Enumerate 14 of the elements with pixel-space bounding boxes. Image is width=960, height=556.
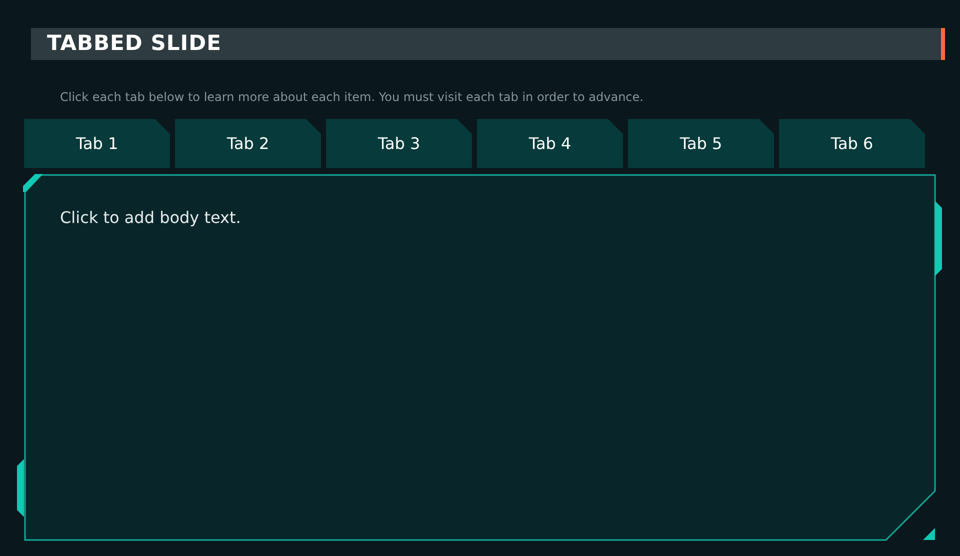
side-accent-icon: [935, 201, 942, 276]
accent-stripe: [941, 28, 945, 60]
corner-accent-icon: [23, 174, 43, 192]
corner-accent-icon: [923, 528, 935, 540]
tab[interactable]: Tab 5: [628, 119, 774, 168]
tab[interactable]: Tab 1: [24, 119, 170, 168]
instruction-text: Click each tab below to learn more about each item. You must visit each tab in order to advance.: [60, 89, 644, 106]
tab[interactable]: Tab 6: [779, 119, 925, 168]
side-accent-icon: [17, 459, 24, 517]
body-text-placeholder[interactable]: Click to add body text.: [60, 206, 241, 230]
slide-title: TABBED SLIDE: [46, 30, 222, 58]
tab[interactable]: Tab 2: [175, 119, 321, 168]
tab[interactable]: Tab 3: [326, 119, 472, 168]
tab[interactable]: Tab 4: [477, 119, 623, 168]
